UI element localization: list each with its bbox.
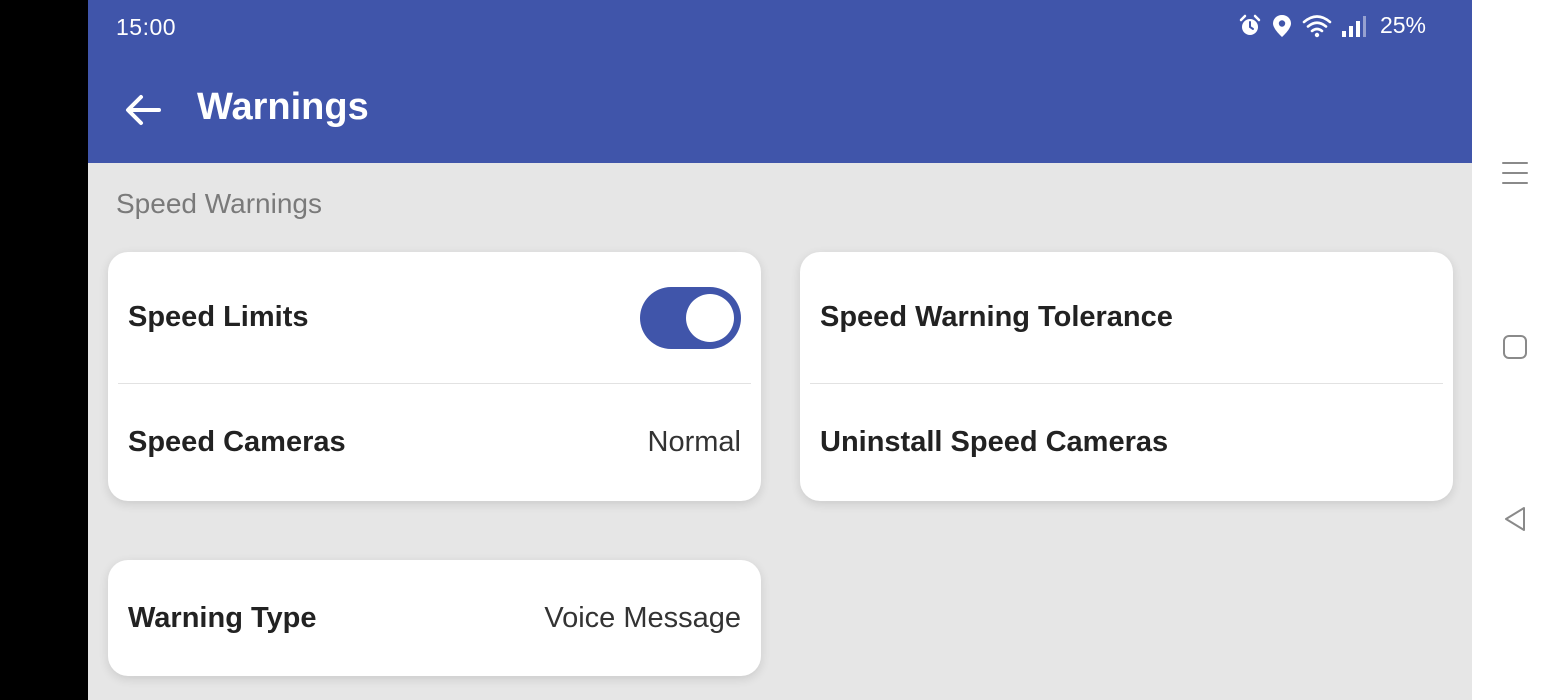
uninstall-speed-cameras-label: Uninstall Speed Cameras [820,426,1169,458]
warning-type-card: Warning Type Voice Message [108,560,761,676]
toggle-knob [686,293,734,342]
menu-icon [1502,162,1528,184]
status-icons: 25% [1238,12,1426,39]
arrow-left-icon [126,95,161,125]
warning-type-row[interactable]: Warning Type Voice Message [108,560,761,676]
speed-limits-label: Speed Limits [128,301,309,333]
alarm-icon [1238,14,1262,38]
warning-type-value: Voice Message [544,601,741,634]
battery-percent: 25% [1379,12,1426,38]
speed-settings-card: Speed Limits Speed Cameras Normal [108,252,761,501]
back-triangle-icon [1505,507,1525,531]
home-button[interactable] [1500,332,1530,362]
system-nav-bar [1472,0,1558,700]
app-bar: 15:00 25% Warnings [88,0,1472,163]
app-screen: 15:00 25% Warnings Speed Warnings Speed … [88,0,1472,700]
back-button[interactable] [118,85,168,135]
tolerance-card: Speed Warning Tolerance Uninstall Speed … [800,252,1453,501]
section-header: Speed Warnings [116,188,322,219]
status-time: 15:00 [116,14,177,40]
warning-type-label: Warning Type [128,601,317,634]
home-square-icon [1503,335,1527,359]
wifi-icon [1302,14,1332,38]
speed-cameras-row[interactable]: Speed Cameras Normal [108,384,761,501]
system-back-button[interactable] [1500,504,1530,534]
speed-cameras-value: Normal [647,426,741,458]
uninstall-speed-cameras-row[interactable]: Uninstall Speed Cameras [800,384,1453,501]
speed-limits-row[interactable]: Speed Limits [108,252,761,383]
left-bezel [0,0,88,700]
signal-icon [1341,14,1367,38]
speed-warning-tolerance-label: Speed Warning Tolerance [820,301,1173,333]
recents-button[interactable] [1500,158,1530,188]
location-icon [1271,14,1293,38]
speed-warning-tolerance-row[interactable]: Speed Warning Tolerance [800,252,1453,383]
page-title: Warnings [197,86,369,128]
speed-cameras-label: Speed Cameras [128,426,346,458]
speed-limits-toggle[interactable] [640,286,741,349]
